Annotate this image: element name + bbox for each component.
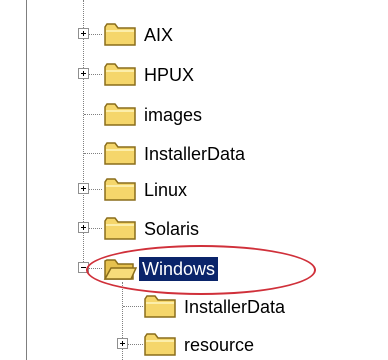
tree-item-label[interactable]: InstallerData xyxy=(141,142,248,166)
tree-item-label[interactable]: images xyxy=(141,103,205,127)
tree-item-windows[interactable]: Windows xyxy=(27,252,388,286)
open-folder-icon xyxy=(103,259,137,280)
tree-item-label[interactable]: HPUX xyxy=(141,63,197,87)
tree-item-aix[interactable]: AIX xyxy=(27,18,388,52)
folder-icon xyxy=(104,142,136,165)
folder-icon xyxy=(144,295,176,318)
expand-button[interactable] xyxy=(78,222,89,233)
folder-tree: AIX HPUX images InstallerData Linux Sola… xyxy=(26,0,388,360)
tree-item-label[interactable]: Solaris xyxy=(141,217,202,241)
expand-button[interactable] xyxy=(78,183,89,194)
tree-item-hpux[interactable]: HPUX xyxy=(27,58,388,92)
tree-item-linux[interactable]: Linux xyxy=(27,173,388,207)
expand-button[interactable] xyxy=(117,338,128,349)
folder-icon xyxy=(104,217,136,240)
tree-item-label[interactable]: InstallerData xyxy=(181,295,288,319)
expand-button[interactable] xyxy=(78,68,89,79)
tree-item-solaris[interactable]: Solaris xyxy=(27,212,388,246)
collapse-button[interactable] xyxy=(78,262,89,273)
tree-item-label[interactable]: Linux xyxy=(141,178,190,202)
tree-item-installerdata-child[interactable]: InstallerData xyxy=(27,290,388,324)
tree-item-label[interactable]: AIX xyxy=(141,23,176,47)
folder-icon xyxy=(104,178,136,201)
folder-icon xyxy=(104,23,136,46)
tree-item-label[interactable]: resource xyxy=(181,333,257,357)
folder-icon xyxy=(104,63,136,86)
expand-button[interactable] xyxy=(78,28,89,39)
tree-item-images[interactable]: images xyxy=(27,98,388,132)
folder-icon xyxy=(104,103,136,126)
tree-item-installerdata[interactable]: InstallerData xyxy=(27,137,388,171)
folder-icon xyxy=(144,333,176,356)
tree-item-label[interactable]: Windows xyxy=(139,257,219,281)
tree-item-resource[interactable]: resource xyxy=(27,328,388,360)
